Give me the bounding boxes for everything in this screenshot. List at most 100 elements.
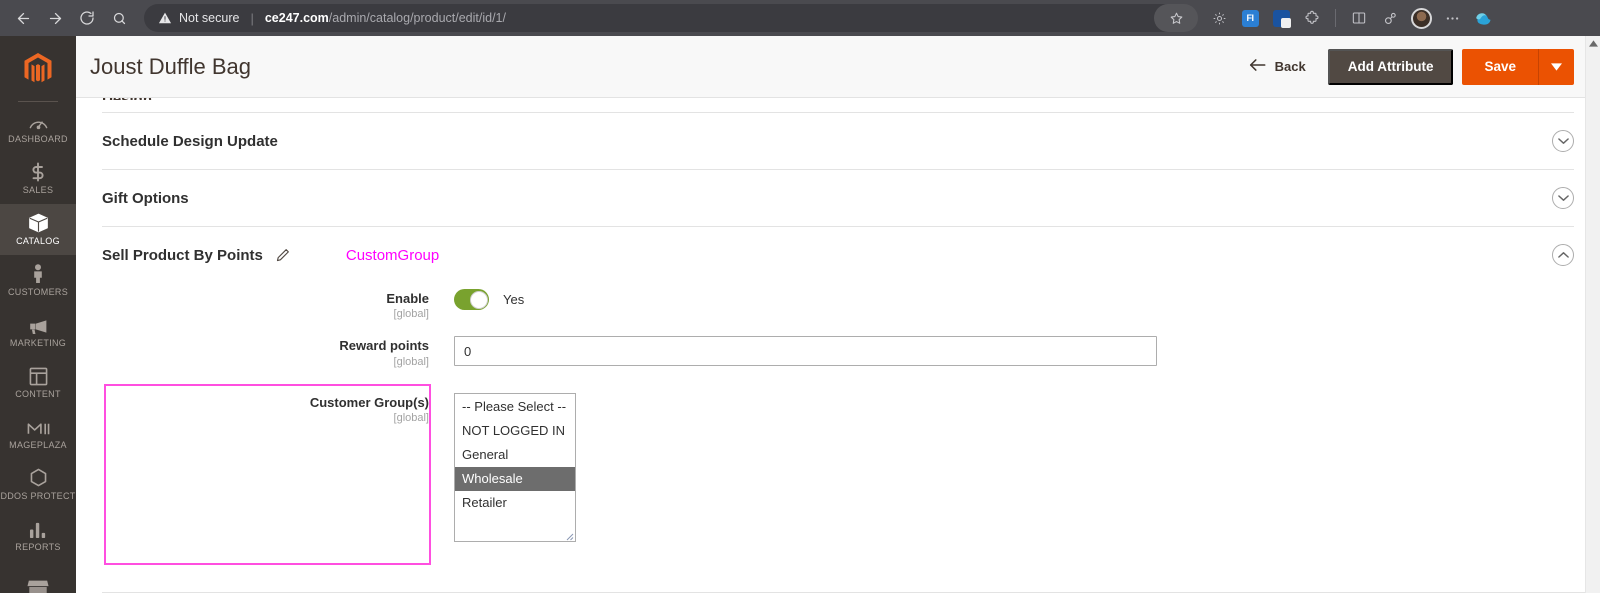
- page-scrollbar[interactable]: [1585, 36, 1600, 593]
- field-scope: [global]: [393, 308, 429, 321]
- sidebar-item-content[interactable]: CONTENT: [0, 357, 76, 408]
- field-enable: Enable [global] Yes: [102, 289, 1574, 320]
- section-partial-title: Design: [102, 98, 152, 100]
- browser-extension-toolbar: FI: [1208, 7, 1498, 29]
- browser-search-button[interactable]: [104, 3, 134, 33]
- sidebar-item-customers[interactable]: CUSTOMERS: [0, 255, 76, 306]
- resize-grip-icon[interactable]: [562, 528, 574, 540]
- sidebar-item-sales[interactable]: SALES: [0, 153, 76, 204]
- field-customer-groups: Customer Group(s) [global] -- Please Sel…: [102, 383, 1574, 565]
- sidebar-item-label: DASHBOARD: [8, 134, 68, 144]
- magento-logo-icon[interactable]: [0, 36, 76, 102]
- sidebar-item-stores[interactable]: [0, 561, 76, 593]
- toolbar-divider: [1335, 9, 1336, 27]
- layout-page-icon: [29, 366, 48, 386]
- section-partial-above: Design: [102, 98, 1574, 112]
- custom-group-annotation: CustomGroup: [345, 246, 440, 264]
- sidebar-item-label: CONTENT: [15, 389, 61, 399]
- url-path: /admin/catalog/product/edit/id/1/: [328, 11, 506, 25]
- mageplaza-icon: [27, 417, 50, 437]
- chevron-down-circle-icon[interactable]: [1552, 130, 1574, 152]
- sidebar-item-label: CATALOG: [16, 236, 60, 246]
- security-indicator[interactable]: Not secure: [158, 11, 239, 25]
- extensions-puzzle-icon[interactable]: [1301, 7, 1323, 29]
- sidebar-item-catalog[interactable]: CATALOG: [0, 204, 76, 255]
- enable-toggle-value: Yes: [503, 292, 525, 307]
- field-label: Customer Group(s): [309, 394, 429, 410]
- sidebar-item-dashboard[interactable]: DASHBOARD: [0, 102, 76, 153]
- page-title: Joust Duffle Bag: [90, 53, 252, 79]
- security-label: Not secure: [179, 11, 240, 25]
- save-button-group: Save: [1462, 48, 1574, 85]
- sidebar-item-label: MAGEPLAZA: [9, 440, 67, 450]
- chevron-up-circle-icon[interactable]: [1552, 244, 1574, 266]
- profile-avatar-icon[interactable]: [1410, 7, 1432, 29]
- magento-admin: DASHBOARD SALES CATALOG CUSTOMERS MARKET: [0, 36, 1600, 593]
- customer-groups-multiselect[interactable]: -- Please Select -- NOT LOGGED IN Genera…: [454, 392, 576, 542]
- sidebar-item-label: MARKETING: [9, 338, 67, 348]
- more-options-icon[interactable]: [1441, 7, 1463, 29]
- section-title: Schedule Design Update: [102, 132, 278, 150]
- storefront-icon: [27, 575, 49, 593]
- split-screen-icon[interactable]: [1348, 7, 1370, 29]
- extension-fi-icon[interactable]: FI: [1239, 7, 1261, 29]
- field-scope: [global]: [393, 411, 429, 424]
- address-bar[interactable]: Not secure | ce247.com/admin/catalog/pro…: [144, 4, 1194, 32]
- field-label-col: Reward points [global]: [102, 336, 454, 367]
- field-reward-points: Reward points [global]: [102, 336, 1574, 368]
- section-gift-options[interactable]: Gift Options: [102, 169, 1574, 226]
- field-control: [454, 336, 1574, 367]
- sidebar-item-mageplaza[interactable]: MAGEPLAZA: [0, 408, 76, 459]
- sidebar-item-reports[interactable]: REPORTS: [0, 510, 76, 561]
- dashboard-gauge-icon: [28, 111, 49, 131]
- chevron-down-circle-icon[interactable]: [1552, 187, 1574, 209]
- omnibox-separator: |: [250, 10, 254, 26]
- page-header: Joust Duffle Bag Back Add Attribute Save: [76, 36, 1600, 98]
- copilot-icon[interactable]: [1472, 7, 1494, 29]
- section-sell-product-by-points[interactable]: Sell Product By Points CustomGroup: [102, 226, 1574, 283]
- section-list: Design Schedule Design Update Gift Optio…: [76, 98, 1600, 593]
- admin-content: Joust Duffle Bag Back Add Attribute Save…: [76, 36, 1600, 593]
- extension-outlook-icon[interactable]: [1270, 7, 1292, 29]
- save-dropdown-button[interactable]: [1538, 48, 1574, 85]
- url-text: ce247.com/admin/catalog/product/edit/id/…: [265, 11, 506, 25]
- field-scope: [global]: [393, 355, 429, 368]
- sidebar-item-label: CUSTOMERS: [7, 287, 69, 297]
- pencil-edit-icon[interactable]: [276, 248, 290, 262]
- dollar-sign-icon: [30, 162, 46, 182]
- sidebar-item-marketing[interactable]: MARKETING: [0, 306, 76, 357]
- add-attribute-button[interactable]: Add Attribute: [1327, 48, 1454, 85]
- enable-toggle[interactable]: [454, 289, 489, 310]
- browser-forward-button[interactable]: [40, 3, 70, 33]
- multiselect-option-selected[interactable]: Wholesale: [455, 466, 575, 491]
- multiselect-option[interactable]: General: [455, 443, 575, 467]
- multiselect-option[interactable]: -- Please Select --: [455, 395, 575, 419]
- section-title: Sell Product By Points: [102, 246, 263, 264]
- sidebar-item-label: DDOS PROTECT: [0, 491, 76, 501]
- browser-back-button[interactable]: [8, 3, 38, 33]
- back-button[interactable]: Back: [1249, 58, 1306, 75]
- browser-essentials-icon[interactable]: [1379, 7, 1401, 29]
- section-schedule-design-update[interactable]: Schedule Design Update: [102, 112, 1574, 169]
- back-button-label: Back: [1274, 59, 1306, 74]
- save-button[interactable]: Save: [1462, 49, 1538, 85]
- field-label-col: Enable [global]: [102, 289, 454, 320]
- sidebar-item-ddos-protect[interactable]: DDOS PROTECT: [0, 459, 76, 510]
- extension-gear-icon[interactable]: [1208, 7, 1230, 29]
- browser-reload-button[interactable]: [72, 3, 102, 33]
- sidebar-item-label: SALES: [22, 185, 54, 195]
- sidebar-item-label: REPORTS: [15, 542, 61, 552]
- hexagon-shield-icon: [29, 468, 48, 488]
- section-body-sell-product-by-points: Enable [global] Yes Reward points [globa…: [102, 283, 1574, 565]
- browser-toolbar: Not secure | ce247.com/admin/catalog/pro…: [0, 0, 1600, 36]
- multiselect-option[interactable]: Retailer: [455, 491, 575, 515]
- field-label-col: Customer Group(s) [global]: [102, 393, 454, 424]
- bar-chart-icon: [29, 519, 48, 539]
- field-label: Enable: [386, 291, 429, 306]
- field-label: Reward points: [339, 338, 429, 354]
- multiselect-option[interactable]: NOT LOGGED IN: [455, 419, 575, 443]
- scroll-up-arrow-icon[interactable]: [1586, 36, 1600, 51]
- bookmark-star-icon[interactable]: [1154, 4, 1198, 32]
- toggle-knob: [469, 290, 488, 309]
- reward-points-input[interactable]: [454, 336, 1157, 367]
